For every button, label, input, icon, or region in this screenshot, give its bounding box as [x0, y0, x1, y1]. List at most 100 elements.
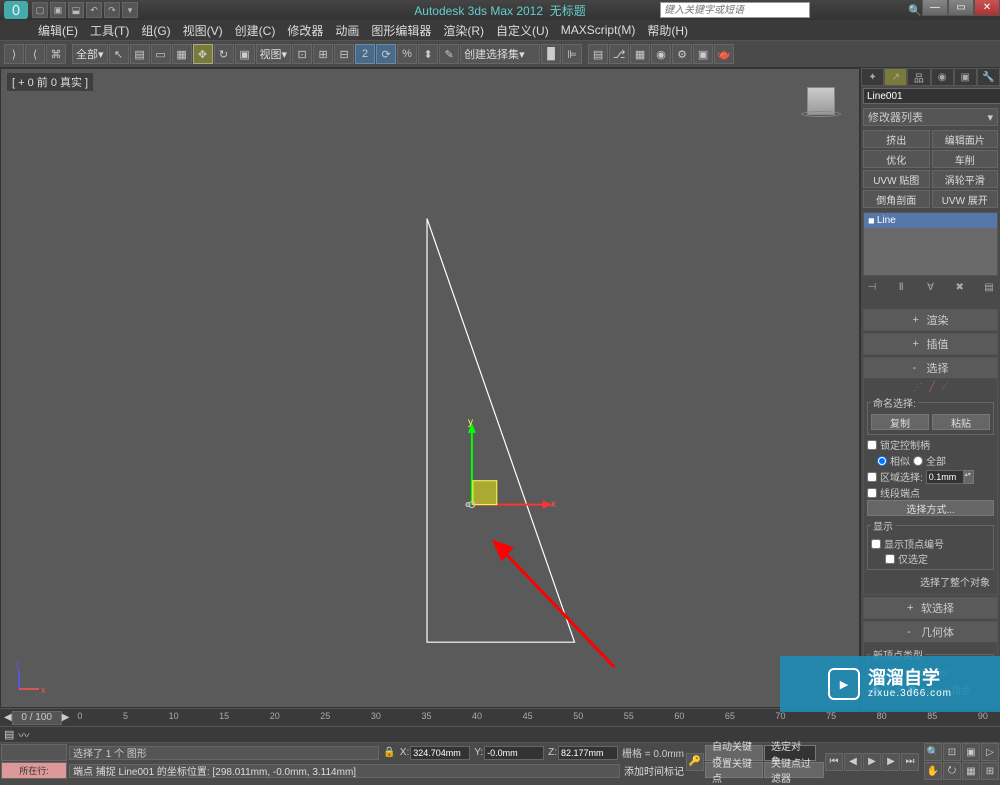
mirror-icon[interactable]: ▐▌ — [541, 44, 561, 64]
snap-toggle-icon[interactable]: 2 — [355, 44, 375, 64]
subobj-vertex-icon[interactable]: ⋰ — [913, 382, 923, 393]
setkey-button[interactable]: 设置关键点 — [705, 762, 763, 778]
pin-stack-icon[interactable]: ⊣ — [865, 280, 879, 294]
next-frame-icon[interactable]: ▶ — [882, 753, 900, 771]
subobj-segment-icon[interactable]: ╱ — [929, 382, 935, 393]
schematic-icon[interactable]: ▦ — [630, 44, 650, 64]
qat-more-icon[interactable]: ▾ — [122, 2, 138, 18]
material-editor-icon[interactable]: ◉ — [651, 44, 671, 64]
vpconfig-icon[interactable]: ⊞ — [981, 762, 999, 780]
trackbar-toggle-icon[interactable]: ▤ — [4, 728, 14, 741]
lock-handles-check[interactable]: 锁定控制柄 — [867, 437, 994, 452]
tab-display[interactable]: ▣ — [954, 68, 977, 86]
menu-animation[interactable]: 动画 — [329, 20, 365, 41]
selection-filter[interactable]: 全部 ▾ — [72, 44, 108, 64]
selected-only-check[interactable]: 仅选定 — [871, 551, 990, 566]
tangent-similar-radio[interactable]: 相似 — [877, 453, 910, 468]
save-icon[interactable]: ⬓ — [68, 2, 84, 18]
tab-motion[interactable]: ◉ — [931, 68, 954, 86]
tab-modify[interactable]: ↗ — [884, 68, 907, 86]
undo-icon[interactable]: ↶ — [86, 2, 102, 18]
maxtoggle-icon[interactable]: ▦ — [962, 762, 980, 780]
time-slider[interactable]: 0 / 100 — [12, 711, 62, 725]
fov-icon[interactable]: ▷ — [981, 743, 999, 761]
add-time-tag[interactable]: 添加时间标记 — [624, 763, 684, 778]
select-region-icon[interactable]: ▭ — [151, 44, 171, 64]
window-cross-icon[interactable]: ▦ — [172, 44, 192, 64]
object-name-field[interactable] — [863, 88, 1000, 104]
zoom-all-icon[interactable]: ⊡ — [943, 743, 961, 761]
layer-icon[interactable]: ▤ — [588, 44, 608, 64]
select-scale-icon[interactable]: ▣ — [235, 44, 255, 64]
orbit-icon[interactable]: ⭮ — [943, 762, 961, 780]
stack-item-line[interactable]: Line — [864, 213, 997, 228]
area-select-spinner[interactable]: ▴▾ — [926, 470, 974, 484]
keyfilter-button[interactable]: 关键点过滤器 — [764, 762, 824, 778]
coord-y[interactable]: Y: — [474, 746, 544, 760]
curve-editor-icon[interactable]: ⎇ — [609, 44, 629, 64]
keymode-icon[interactable]: ⊟ — [334, 44, 354, 64]
new-icon[interactable]: ▢ — [32, 2, 48, 18]
trackbar-curve-icon[interactable]: 〰 — [18, 727, 29, 743]
menu-maxscript[interactable]: MAXScript(M) — [555, 21, 642, 39]
show-vertex-num-check[interactable]: 显示顶点编号 — [871, 536, 990, 551]
render-frame-icon[interactable]: ▣ — [693, 44, 713, 64]
track-bar[interactable]: ▤ 〰 — [0, 726, 1000, 742]
manipulate-icon[interactable]: ⊞ — [313, 44, 333, 64]
play-icon[interactable]: ▶ — [863, 753, 881, 771]
link-icon[interactable]: ⟩ — [4, 44, 24, 64]
current-row-label[interactable]: 所在行: — [1, 762, 67, 779]
menu-help[interactable]: 帮助(H) — [641, 20, 694, 41]
render-icon[interactable]: 🫖 — [714, 44, 734, 64]
mod-bevelprof[interactable]: 倒角剖面 — [863, 190, 930, 208]
menu-render[interactable]: 渲染(R) — [437, 20, 490, 41]
subobj-spline-icon[interactable]: ⟋ — [941, 382, 948, 393]
config-sets-icon[interactable]: ▤ — [982, 280, 996, 294]
pan-icon[interactable]: ✋ — [924, 762, 942, 780]
menu-views[interactable]: 视图(V) — [177, 20, 229, 41]
mod-turbosmooth[interactable]: 涡轮平滑 — [932, 170, 999, 188]
lock-selection-icon[interactable]: 🔒 — [383, 747, 395, 758]
zoom-icon[interactable]: 🔍 — [924, 743, 942, 761]
angle-snap-icon[interactable]: ⟳ — [376, 44, 396, 64]
mod-uvwunwrap[interactable]: UVW 展开 — [932, 190, 999, 208]
named-sel-drop[interactable]: 创建选择集 ▾ — [460, 44, 540, 64]
viewport[interactable]: [ + 0 前 0 真实 ] y x z x — [0, 68, 860, 708]
track-next-icon[interactable]: ▶ — [62, 712, 70, 723]
ref-coord-drop[interactable]: 视图 ▾ — [256, 44, 292, 64]
menu-custom[interactable]: 自定义(U) — [490, 20, 555, 41]
app-logo[interactable]: ⬯ — [4, 1, 28, 19]
paste-button[interactable]: 粘贴 — [932, 414, 990, 430]
tab-hierarchy[interactable]: 品 — [907, 68, 930, 86]
pivot-icon[interactable]: ⊡ — [292, 44, 312, 64]
coord-z[interactable]: Z: — [548, 746, 618, 760]
area-select-check[interactable]: 区域选择: — [867, 469, 923, 484]
menu-modifiers[interactable]: 修改器 — [281, 20, 329, 41]
menu-create[interactable]: 创建(C) — [229, 20, 282, 41]
select-name-icon[interactable]: ▤ — [130, 44, 150, 64]
modifier-stack[interactable]: Line — [863, 212, 998, 276]
edit-named-sel-icon[interactable]: ✎ — [439, 44, 459, 64]
mod-uvwmap[interactable]: UVW 贴图 — [863, 170, 930, 188]
goto-start-icon[interactable]: ⏮ — [825, 753, 843, 771]
tab-create[interactable]: ✦ — [861, 68, 884, 86]
tab-utilities[interactable]: 🔧 — [977, 68, 1000, 86]
align-icon[interactable]: ⊫ — [562, 44, 582, 64]
prev-frame-icon[interactable]: ◀ — [844, 753, 862, 771]
minimize-button[interactable]: — — [922, 0, 948, 16]
modifier-list-drop[interactable]: 修改器列表▾ — [863, 108, 998, 126]
tangent-all-radio[interactable]: 全部 — [913, 453, 946, 468]
segment-end-check[interactable]: 线段端点 — [867, 485, 994, 500]
mod-extrude[interactable]: 挤出 — [863, 130, 930, 148]
remove-mod-icon[interactable]: ✖ — [953, 280, 967, 294]
close-button[interactable]: ✕ — [974, 0, 1000, 16]
track-prev-icon[interactable]: ◀ — [4, 712, 12, 723]
redo-icon[interactable]: ↷ — [104, 2, 120, 18]
select-move-icon[interactable]: ✥ — [193, 44, 213, 64]
script-listener[interactable] — [1, 744, 67, 761]
viewcube[interactable] — [801, 87, 841, 127]
unlink-icon[interactable]: ⟨ — [25, 44, 45, 64]
maximize-button[interactable]: ▭ — [948, 0, 974, 16]
bind-icon[interactable]: ⌘ — [46, 44, 66, 64]
mod-optimize[interactable]: 优化 — [863, 150, 930, 168]
